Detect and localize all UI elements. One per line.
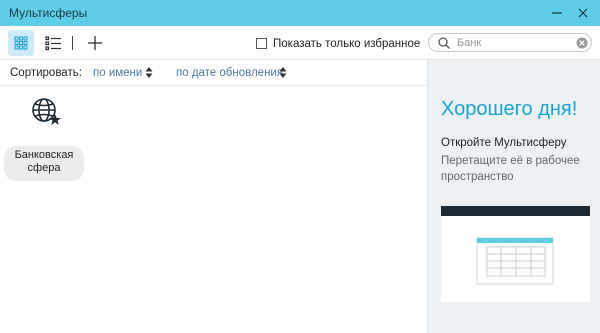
sphere-name: Банковская сфера (14, 149, 74, 174)
checkbox-box[interactable] (256, 38, 267, 49)
minimize-button[interactable] (548, 4, 566, 22)
search-box[interactable] (428, 33, 592, 52)
favorites-only-checkbox[interactable]: Показать только избранное (256, 37, 420, 50)
list-icon (45, 36, 61, 51)
window-title: Мультисферы (9, 6, 88, 20)
grid-view-button[interactable] (8, 30, 34, 56)
sort-arrows-icon[interactable] (145, 66, 153, 79)
spheres-area (0, 87, 427, 333)
sort-label: Сортировать: (10, 67, 82, 79)
sort-by-name-link[interactable]: по имени (93, 67, 142, 79)
greeting-heading: Хорошего дня! (441, 98, 578, 120)
close-icon (578, 8, 588, 18)
drag-hint-text: Перетащите её в рабочее пространство (441, 155, 580, 183)
plus-icon (88, 36, 102, 50)
minimize-icon (552, 12, 562, 14)
clear-search-icon[interactable] (576, 37, 588, 49)
sphere-card[interactable]: Банковская сфера (4, 146, 84, 181)
globe-star-icon (32, 98, 61, 125)
grid-icon (14, 36, 28, 50)
favorites-only-label: Показать только избранное (273, 37, 421, 50)
sort-by-date-link[interactable]: по дате обновления (176, 67, 283, 79)
search-icon (438, 37, 450, 49)
workspace-illustration (441, 206, 590, 302)
title-bar: Мультисферы (0, 0, 600, 26)
list-view-button[interactable] (40, 30, 66, 56)
welcome-panel: Хорошего дня! Откройте Мультисферу Перет… (427, 60, 600, 333)
add-sphere-button[interactable] (82, 30, 108, 56)
close-button[interactable] (574, 4, 592, 22)
open-sphere-title: Откройте Мультисферу (441, 137, 567, 149)
search-input[interactable] (457, 35, 567, 50)
sort-arrows-icon[interactable] (279, 66, 287, 79)
sort-bar: Сортировать: по имени по дате обновления (0, 60, 427, 86)
toolbar-divider (72, 36, 73, 50)
